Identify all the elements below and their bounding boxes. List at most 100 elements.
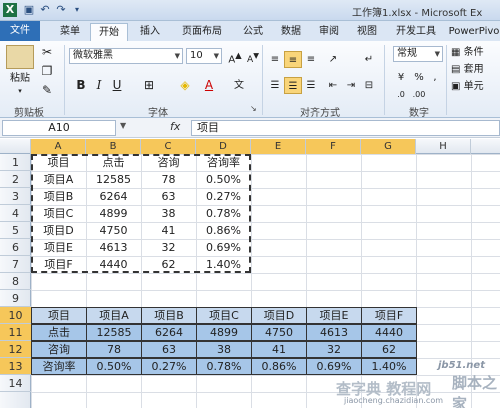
transposed-cell[interactable]: 0.50% — [86, 358, 142, 375]
phonetic-icon[interactable]: 文 — [230, 77, 248, 94]
source-cell[interactable]: 项目B — [31, 188, 86, 205]
transposed-cell[interactable]: 点击 — [31, 324, 87, 341]
column-header[interactable]: H — [416, 139, 471, 154]
row-header[interactable]: 14 — [0, 375, 31, 392]
source-cell[interactable]: 0.69% — [196, 239, 251, 256]
grow-font-icon[interactable]: A▲ — [226, 47, 244, 65]
source-cell[interactable]: 项目C — [31, 205, 86, 222]
source-cell[interactable]: 78 — [141, 171, 196, 188]
tab-insert[interactable]: 插入 — [132, 23, 168, 41]
source-header-cell[interactable]: 项目 — [31, 154, 86, 171]
orientation-icon[interactable]: ↗ — [324, 51, 342, 68]
cut-icon[interactable]: ✂ — [38, 44, 56, 61]
source-cell[interactable]: 62 — [141, 256, 196, 273]
align-bottom-icon[interactable]: ≡ — [302, 51, 320, 68]
transposed-cell[interactable]: 32 — [306, 341, 362, 358]
increase-decimal-icon[interactable]: .0 — [392, 86, 410, 103]
source-cell[interactable]: 4899 — [86, 205, 141, 222]
tab-view[interactable]: 视图 — [350, 23, 384, 41]
row-header[interactable]: 4 — [0, 205, 31, 222]
decrease-indent-icon[interactable]: ⇤ — [324, 77, 342, 94]
tab-data[interactable]: 数据 — [274, 23, 308, 41]
transposed-cell[interactable]: 12585 — [86, 324, 142, 341]
row-header[interactable]: 3 — [0, 188, 31, 205]
source-cell[interactable]: 6264 — [86, 188, 141, 205]
column-header[interactable]: A — [31, 139, 86, 154]
transposed-header-cell[interactable]: 项目A — [86, 307, 142, 324]
font-size-select[interactable]: 10 ▼ — [186, 48, 222, 64]
transposed-cell[interactable]: 咨询率 — [31, 358, 87, 375]
source-header-cell[interactable]: 点击 — [86, 154, 141, 171]
merge-center-icon[interactable]: ⊟ — [360, 77, 378, 94]
insert-function-button[interactable]: fx — [170, 120, 180, 133]
transposed-header-cell[interactable]: 项目 — [31, 307, 87, 324]
conditional-format-button[interactable]: ▦ 条件 — [451, 46, 500, 59]
source-cell[interactable]: 41 — [141, 222, 196, 239]
source-cell[interactable]: 4613 — [86, 239, 141, 256]
source-cell[interactable]: 项目E — [31, 239, 86, 256]
number-format-select[interactable]: 常规 ▼ — [393, 46, 443, 62]
row-header[interactable]: 10 — [0, 307, 31, 324]
increase-indent-icon[interactable]: ⇥ — [342, 77, 360, 94]
formula-input[interactable]: 项目 — [191, 120, 500, 136]
source-cell[interactable]: 4750 — [86, 222, 141, 239]
select-all-button[interactable] — [0, 139, 31, 154]
column-header[interactable]: B — [86, 139, 141, 154]
tab-home[interactable]: 开始 — [90, 23, 128, 41]
row-header[interactable]: 5 — [0, 222, 31, 239]
row-header[interactable]: 7 — [0, 256, 31, 273]
column-header[interactable]: E — [251, 139, 306, 154]
name-box[interactable]: A10 — [2, 120, 116, 136]
transposed-cell[interactable]: 63 — [141, 341, 197, 358]
font-color-icon[interactable]: A — [200, 77, 218, 94]
align-center-icon[interactable]: ☰ — [284, 77, 302, 94]
source-cell[interactable]: 0.27% — [196, 188, 251, 205]
source-cell[interactable]: 0.50% — [196, 171, 251, 188]
row-header[interactable]: 11 — [0, 324, 31, 341]
transposed-cell[interactable]: 38 — [196, 341, 252, 358]
transposed-header-cell[interactable]: 项目F — [361, 307, 417, 324]
currency-format-icon[interactable]: ¥ — [392, 69, 410, 86]
source-cell[interactable]: 12585 — [86, 171, 141, 188]
row-header[interactable]: 1 — [0, 154, 31, 171]
transposed-header-cell[interactable]: 项目B — [141, 307, 197, 324]
transposed-cell[interactable]: 4750 — [251, 324, 307, 341]
worksheet-grid[interactable]: 项目 点击 咨询 咨询率 项目A 12585 78 0.50% 项目B 6264 63 0.27% 项目… — [31, 154, 500, 408]
border-icon[interactable]: ⊞ — [140, 77, 158, 94]
decrease-decimal-icon[interactable]: .00 — [410, 86, 428, 103]
comma-format-icon[interactable]: , — [426, 69, 444, 86]
column-header[interactable]: D — [196, 139, 251, 154]
bold-icon[interactable]: B — [72, 77, 90, 94]
transposed-cell[interactable]: 0.27% — [141, 358, 197, 375]
paste-button[interactable]: 粘贴 — [4, 72, 36, 85]
align-middle-icon[interactable]: ≡ — [284, 51, 302, 68]
source-cell[interactable]: 0.86% — [196, 222, 251, 239]
column-header[interactable]: F — [306, 139, 361, 154]
italic-icon[interactable]: I — [90, 77, 108, 94]
transposed-cell[interactable]: 6264 — [141, 324, 197, 341]
transposed-header-cell[interactable]: 项目C — [196, 307, 252, 324]
font-name-select[interactable]: 微软雅黑 ▼ — [69, 48, 183, 64]
row-header[interactable]: 12 — [0, 341, 31, 358]
source-cell[interactable]: 1.40% — [196, 256, 251, 273]
copy-icon[interactable]: ❐ — [38, 63, 56, 80]
source-cell[interactable]: 0.78% — [196, 205, 251, 222]
underline-icon[interactable]: U — [108, 77, 126, 94]
row-header[interactable]: 2 — [0, 171, 31, 188]
column-header[interactable]: G — [361, 139, 416, 154]
fill-color-icon[interactable]: ◈ — [176, 77, 194, 94]
source-cell[interactable]: 项目F — [31, 256, 86, 273]
align-top-icon[interactable]: ≡ — [266, 51, 284, 68]
cell-style-button[interactable]: ▣ 单元 — [451, 80, 500, 93]
transposed-cell[interactable]: 4440 — [361, 324, 417, 341]
align-right-icon[interactable]: ☰ — [302, 77, 320, 94]
column-header[interactable]: C — [141, 139, 196, 154]
transposed-cell[interactable]: 41 — [251, 341, 307, 358]
transposed-header-cell[interactable]: 项目D — [251, 307, 307, 324]
source-cell[interactable]: 4440 — [86, 256, 141, 273]
transposed-cell[interactable]: 咨询 — [31, 341, 87, 358]
shrink-font-icon[interactable]: A▼ — [244, 47, 262, 65]
source-header-cell[interactable]: 咨询率 — [196, 154, 251, 171]
transposed-cell[interactable]: 62 — [361, 341, 417, 358]
font-dialog-launcher-icon[interactable]: ↘ — [250, 104, 257, 113]
